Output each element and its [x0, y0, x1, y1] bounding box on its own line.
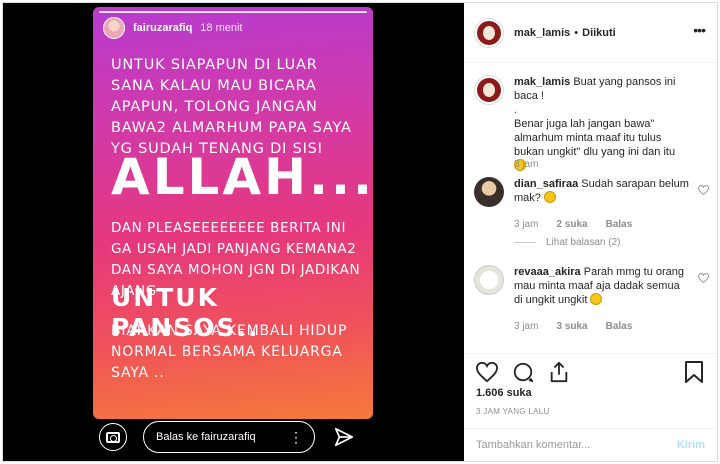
add-comment-bar: Tambahkan komentar... Kirim: [464, 428, 717, 461]
comment-body: revaaa_akira Parah mmg tu orang mau mint…: [514, 265, 689, 307]
post-sidebar: mak_lamis • Diikuti ••• mak_lamis Buat y…: [464, 3, 717, 461]
story-reply-input[interactable]: Balas ke fairuzarafiq ⋮: [143, 421, 315, 453]
share-icon[interactable]: [548, 361, 570, 383]
comment-body: dian_safiraa Sudah sarapan belum mak?: [514, 177, 689, 205]
add-comment-input[interactable]: Tambahkan komentar...: [476, 439, 590, 451]
comment-likes[interactable]: 3 suka: [556, 321, 587, 332]
story-pane: fairuzarafiq 18 menit UNTUK SIAPAPUN DI …: [3, 3, 464, 461]
posted-time: 3 JAM YANG LALU: [476, 407, 550, 416]
action-icons: [476, 361, 570, 383]
comment-reply-button[interactable]: Balas: [606, 219, 633, 230]
avatar[interactable]: [474, 17, 504, 48]
view-replies-line: [514, 242, 536, 243]
laugh-emoji-icon: [590, 293, 603, 305]
post-comment-button[interactable]: Kirim: [677, 439, 705, 451]
likes-count[interactable]: 1.606 suka: [476, 387, 532, 399]
view-replies-button[interactable]: Lihat balasan (2): [514, 237, 621, 248]
instagram-post-window: fairuzarafiq 18 menit UNTUK SIAPAPUN DI …: [2, 2, 718, 462]
send-icon[interactable]: [333, 426, 355, 448]
comment-like-heart-icon[interactable]: [698, 185, 709, 195]
comment-like-heart-icon[interactable]: [698, 273, 709, 283]
comment-avatar[interactable]: [474, 177, 504, 207]
comment-icon[interactable]: [512, 361, 534, 383]
camera-icon: [106, 431, 120, 443]
comment-reply-button[interactable]: Balas: [606, 321, 633, 332]
more-options-icon[interactable]: ⋮: [289, 430, 303, 444]
comments-list: mak_lamis Buat yang pansos ini baca ! . …: [464, 63, 717, 353]
story-reply-bar: Balas ke fairuzarafiq ⋮: [99, 421, 369, 453]
caption-body: mak_lamis Buat yang pansos ini baca ! . …: [514, 75, 689, 173]
comment-likes[interactable]: 2 suka: [556, 219, 587, 230]
comment-time: 3 jam: [514, 219, 539, 230]
story-time: 18 menit: [200, 22, 243, 34]
story-text-intro: UNTUK SIAPAPUN DI LUAR SANA KALAU MAU BI…: [111, 57, 352, 157]
header-username[interactable]: mak_lamis: [514, 27, 570, 39]
story-avatar[interactable]: [103, 17, 125, 39]
comment-item: dian_safiraa Sudah sarapan belum mak? 3 …: [474, 177, 709, 257]
follow-status-button[interactable]: Diikuti: [582, 27, 616, 39]
comment-username[interactable]: revaaa_akira: [514, 266, 581, 278]
comment-avatar[interactable]: [474, 265, 504, 295]
header-separator: •: [574, 26, 579, 39]
caption: mak_lamis Buat yang pansos ini baca ! . …: [474, 75, 709, 175]
view-replies-label: Lihat balasan (2): [546, 237, 621, 248]
caption-time: 3 jam: [514, 159, 539, 170]
bookmark-icon[interactable]: [685, 361, 703, 383]
story-text-allah: ALLAH...: [111, 148, 373, 206]
caption-avatar[interactable]: [474, 75, 504, 105]
story-text-closing: BIARKAN SAYA KEMBALI HIDUP NORMAL BERSAM…: [111, 323, 348, 381]
more-options-icon[interactable]: •••: [693, 23, 706, 37]
camera-button[interactable]: [99, 423, 127, 451]
post-header: mak_lamis • Diikuti •••: [464, 3, 717, 63]
grin-emoji-icon: [543, 191, 556, 203]
comment-meta: 3 jam 3 suka Balas: [514, 321, 632, 332]
comment-item: revaaa_akira Parah mmg tu orang mau mint…: [474, 265, 709, 345]
caption-username[interactable]: mak_lamis: [514, 76, 570, 88]
story-username[interactable]: fairuzarafiq: [133, 22, 192, 34]
story-progress-bar: [99, 11, 367, 13]
comment-time: 3 jam: [514, 321, 539, 332]
caption-line2: .: [514, 104, 518, 116]
story-image[interactable]: fairuzarafiq 18 menit UNTUK SIAPAPUN DI …: [93, 7, 373, 419]
comment-username[interactable]: dian_safiraa: [514, 178, 578, 190]
caption-line3: Benar juga lah jangan bawa" almarhum min…: [514, 118, 676, 158]
caption-meta: 3 jam: [514, 159, 538, 170]
story-header: fairuzarafiq 18 menit: [103, 17, 243, 39]
comment-meta: 3 jam 2 suka Balas: [514, 219, 632, 230]
post-actions: 1.606 suka 3 JAM YANG LALU: [464, 353, 717, 428]
reply-placeholder: Balas ke fairuzarafiq: [156, 431, 256, 443]
like-heart-icon[interactable]: [476, 361, 498, 383]
